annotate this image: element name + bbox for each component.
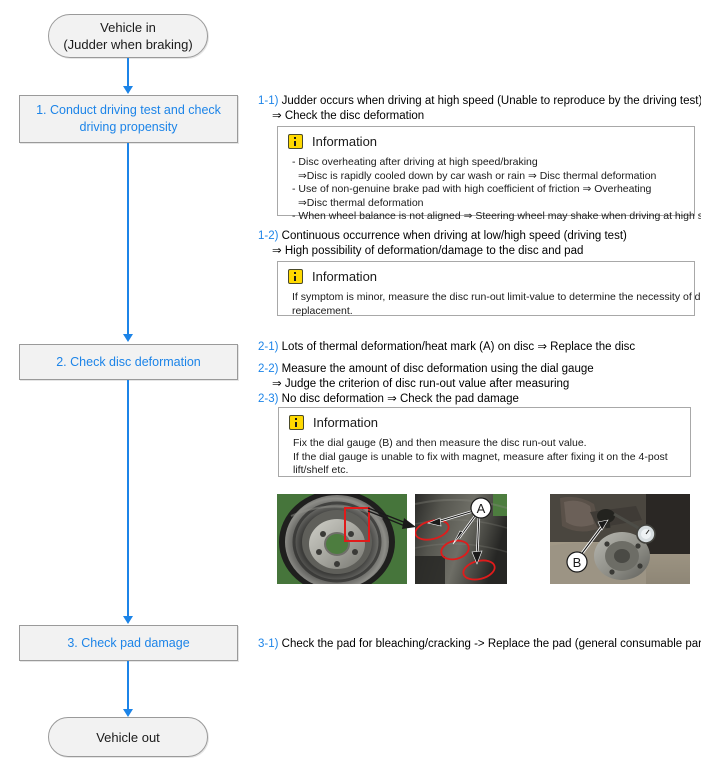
step-sub-1-2: ⇒ High possibility of deformation/damage… (272, 244, 584, 257)
step-number-2-2: 2-2) (258, 363, 279, 375)
photo-dial-gauge-setup: B (550, 494, 690, 584)
info-body-2-3: Fix the dial gauge (B) and then measure … (289, 437, 680, 478)
step-main-3-1: Check the pad for bleaching/cracking -> … (281, 638, 701, 650)
flow-step-1[interactable]: 1. Conduct driving test and check drivin… (19, 95, 238, 143)
flow-start-line2: (Judder when braking) (63, 37, 193, 52)
step-sub-1-1: ⇒ Check the disc deformation (272, 109, 425, 122)
step-main-2-2: Measure the amount of disc deformation u… (281, 363, 594, 375)
flow-step-3-label: 3. Check pad damage (67, 635, 190, 650)
info-title-1-2: Information (312, 269, 378, 284)
flow-step-2[interactable]: 2. Check disc deformation (19, 344, 238, 380)
callout-label-b: B (573, 555, 582, 570)
photo-disc-heat-marks: A (415, 494, 507, 584)
info-line: - When wheel balance is not aligned ⇒ St… (292, 210, 701, 222)
information-icon (288, 134, 303, 149)
info-line: If the dial gauge is unable to fix with … (293, 450, 668, 463)
arrowhead-step1-to-step2 (123, 334, 133, 342)
information-icon (288, 269, 303, 284)
step-main-1-1: Judder occurs when driving at high speed… (281, 95, 701, 107)
info-line: Fix the dial gauge (B) and then measure … (293, 437, 587, 449)
flow-end-vehicle-out: Vehicle out (48, 717, 208, 757)
connector-step2-to-step3 (127, 380, 129, 620)
step-text-2-1: 2-1) Lots of thermal deformation/heat ma… (258, 340, 635, 355)
info-box-2-3: Information Fix the dial gauge (B) and t… (278, 407, 691, 477)
step-main-1-2: Continuous occurrence when driving at lo… (281, 230, 627, 242)
step-number-2-3: 2-3) (258, 393, 279, 405)
arrowhead-step3-to-end (123, 709, 133, 717)
connector-step1-to-step2 (127, 143, 129, 336)
info-line: - Disc overheating after driving at high… (292, 156, 538, 168)
info-line: ⇒Disc thermal deformation (298, 196, 424, 209)
information-icon (289, 415, 304, 430)
info-body-1-1: - Disc overheating after driving at high… (288, 156, 701, 224)
flow-step-2-label: 2. Check disc deformation (56, 354, 201, 369)
info-line: lift/shelf etc. (293, 464, 349, 476)
info-line: If symptom is minor, measure the disc ru… (292, 291, 701, 303)
info-header-1-1: Information (288, 134, 684, 149)
info-line: - Use of non-genuine brake pad with high… (292, 183, 652, 195)
step-number-1-1: 1-1) (258, 95, 279, 107)
flow-step-1-label: 1. Conduct driving test and check drivin… (36, 103, 221, 134)
step-text-1-2: 1-2) Continuous occurrence when driving … (258, 229, 627, 258)
step-main-2-3: No disc deformation ⇒ Check the pad dama… (281, 393, 519, 405)
arrowhead-step2-to-step3 (123, 616, 133, 624)
info-title-1-1: Information (312, 134, 378, 149)
connector-start-to-step1 (127, 58, 129, 88)
flow-start-line1: Vehicle in (100, 20, 156, 35)
step-text-1-1: 1-1) Judder occurs when driving at high … (258, 94, 701, 123)
connector-step3-to-end (127, 661, 129, 712)
step-text-2-2: 2-2) Measure the amount of disc deformat… (258, 362, 594, 391)
step-number-3-1: 3-1) (258, 638, 279, 650)
photo-link-arrow (367, 507, 416, 529)
flow-start-vehicle-in: Vehicle in (Judder when braking) (48, 14, 208, 58)
step-sub-2-2: ⇒ Judge the criterion of disc run-out va… (272, 377, 570, 390)
step-number-1-2: 1-2) (258, 230, 279, 242)
info-line: replacement. (292, 304, 353, 317)
info-header-2-3: Information (289, 415, 680, 430)
info-box-1-2: Information If symptom is minor, measure… (277, 261, 701, 318)
step-text-2-3: 2-3) No disc deformation ⇒ Check the pad… (258, 392, 519, 407)
info-line: ⇒Disc is rapidly cooled down by car wash… (298, 169, 657, 182)
info-body-1-2: If symptom is minor, measure the disc ru… (288, 291, 701, 318)
arrowhead-start-to-step1 (123, 86, 133, 94)
step-main-2-1: Lots of thermal deformation/heat mark (A… (281, 341, 636, 353)
step-number-2-1: 2-1) (258, 341, 279, 353)
callout-label-a: A (477, 501, 486, 516)
flow-end-line1: Vehicle out (96, 729, 160, 745)
step-text-3-1: 3-1) Check the pad for bleaching/crackin… (258, 637, 701, 652)
info-title-2-3: Information (313, 415, 379, 430)
info-box-1-1: Information - Disc overheating after dri… (277, 126, 701, 222)
info-header-1-2: Information (288, 269, 684, 284)
flow-step-3[interactable]: 3. Check pad damage (19, 625, 238, 661)
